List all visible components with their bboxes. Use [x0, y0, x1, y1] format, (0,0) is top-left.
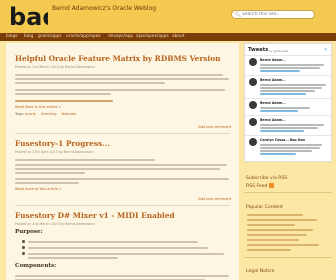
- tweet-author: Bernd Adam...: [260, 58, 286, 62]
- nav-item-about[interactable]: about: [172, 34, 184, 40]
- search-input[interactable]: [242, 11, 312, 18]
- twitter-widget: Tweets by @baoweb • Bernd Adam... Bernd …: [244, 43, 332, 162]
- tweets-by[interactable]: by @baoweb: [269, 49, 288, 53]
- read-more-link[interactable]: Read more of this article »: [15, 187, 61, 191]
- nav-item-blog[interactable]: blog: [24, 34, 33, 40]
- section-heading: Purpose:: [15, 229, 43, 235]
- popular-item[interactable]: [247, 214, 303, 216]
- nav-item-oracle-apex[interactable]: oracle/app/apex: [66, 34, 101, 40]
- twitter-bird-icon: •: [324, 47, 327, 53]
- add-comment-link[interactable]: Add new comment: [198, 125, 231, 129]
- tweets-header: Tweets: [248, 47, 269, 53]
- popular-content-title: Popular Content: [246, 205, 283, 210]
- main-nav: blogs blog grails/apps oracle/app/apex d…: [0, 33, 336, 41]
- search-box: 🔍︎: [231, 10, 315, 19]
- sidebar-divider: [244, 192, 332, 193]
- avatar: [249, 118, 257, 126]
- post-title[interactable]: Fusestory-1 Progress...: [15, 139, 110, 148]
- popular-item[interactable]: [247, 229, 313, 231]
- tag-oracle[interactable]: oracle: [25, 112, 36, 116]
- site-logo[interactable]: bao: [8, 2, 48, 30]
- site-header: bao Bernd Adamowicz's Oracle Weblog 🔍︎: [0, 0, 336, 33]
- tags-label: Tags:: [15, 112, 24, 116]
- popular-item[interactable]: [247, 244, 319, 246]
- main-content: Helpful Oracle Feature Matrix by RDBMS V…: [6, 43, 239, 280]
- subscribe-title: Subscribe via RSS: [246, 176, 288, 181]
- rss-icon: [269, 183, 275, 188]
- read-more-link[interactable]: Read More in this article »: [15, 105, 61, 109]
- tag-licensing[interactable]: licensing: [41, 112, 56, 116]
- tweet-author: Bernd Adam...: [260, 118, 286, 122]
- rss-link[interactable]: RSS Feed: [246, 183, 275, 189]
- avatar: [249, 78, 257, 86]
- tweet-author: Bernd Adam...: [260, 78, 286, 82]
- rss-label: RSS Feed: [246, 184, 268, 189]
- search-icon[interactable]: 🔍︎: [235, 12, 241, 18]
- popular-item[interactable]: [247, 224, 295, 226]
- section-heading: Components:: [15, 263, 57, 269]
- post-title[interactable]: Helpful Oracle Feature Matrix by RDBMS V…: [15, 54, 221, 63]
- avatar: [249, 101, 257, 109]
- add-comment-link[interactable]: Add new comment: [198, 197, 231, 201]
- support-link[interactable]: [15, 100, 113, 102]
- post-meta: Posted on 27th April 2013 by Bernd Adamo…: [15, 150, 94, 154]
- popular-item[interactable]: [247, 234, 307, 236]
- nav-item-devops[interactable]: devops/app: [108, 34, 133, 40]
- popular-item[interactable]: [247, 219, 317, 221]
- tweet-author: Carolyn Cassa... Bao Dan: [260, 138, 305, 142]
- post-divider: [15, 133, 230, 134]
- legal-notice-title: Legal Notice: [246, 269, 275, 274]
- logo-text: bao: [9, 3, 48, 30]
- post-divider: [15, 205, 230, 206]
- popular-item[interactable]: [247, 249, 291, 251]
- avatar: [249, 58, 257, 66]
- avatar: [249, 138, 257, 146]
- nav-item-ajax[interactable]: ajax/apex/apps: [136, 34, 169, 40]
- sidebar-divider: [244, 257, 332, 258]
- tag-features[interactable]: features: [62, 112, 76, 116]
- site-title: Bernd Adamowicz's Oracle Weblog: [52, 5, 157, 12]
- popular-item[interactable]: [247, 239, 299, 241]
- nav-item-grails[interactable]: grails/apps: [38, 34, 62, 40]
- post-meta: Posted on 2nd March 2013 by Bernd Adamow…: [15, 222, 95, 226]
- post-title[interactable]: Fusestory D# Mixer v1 - MIDI Enabled: [15, 211, 175, 220]
- post-meta: Posted on 2nd March 2013 by Bernd Adamow…: [15, 65, 95, 69]
- tweet-author: Bernd Adam...: [260, 101, 286, 105]
- nav-item-blogs[interactable]: blogs: [6, 34, 18, 40]
- post-tags: Tags: oracle licensing features: [15, 112, 80, 116]
